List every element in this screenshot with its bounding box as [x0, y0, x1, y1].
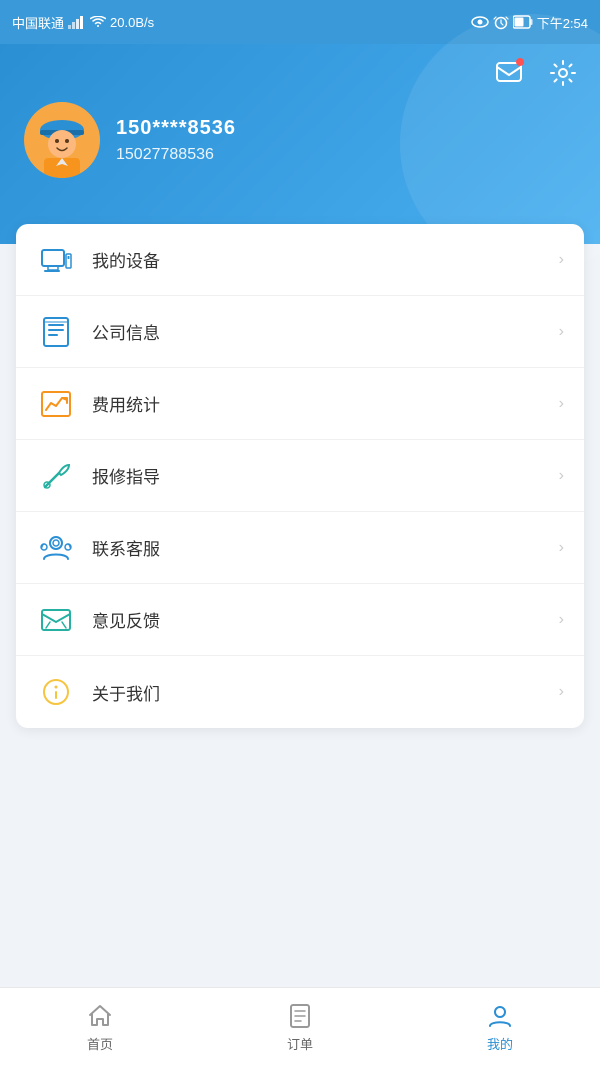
- cost-stats-arrow: ›: [559, 395, 564, 413]
- nav-item-orders[interactable]: 订单: [200, 994, 400, 1061]
- about-us-label: 关于我们: [92, 680, 559, 705]
- speed-text: 20.0B/s: [110, 15, 154, 30]
- header-actions: [0, 44, 600, 92]
- bottom-nav: 首页 订单 我的: [0, 987, 600, 1067]
- mine-icon: [486, 1002, 514, 1030]
- about-us-arrow: ›: [559, 683, 564, 701]
- avatar-icon: [24, 102, 100, 178]
- message-icon: [495, 59, 523, 87]
- message-button[interactable]: [490, 54, 528, 92]
- repair-guide-icon: [36, 456, 76, 496]
- menu-item-company-info[interactable]: 公司信息 ›: [16, 296, 584, 368]
- settings-button[interactable]: [544, 54, 582, 92]
- profile-section: 150****8536 15027788536: [0, 92, 600, 198]
- wifi-icon: [90, 16, 106, 28]
- my-device-label: 我的设备: [92, 247, 559, 272]
- cost-stats-icon: [36, 384, 76, 424]
- home-icon: [86, 1002, 114, 1030]
- repair-guide-label: 报修指导: [92, 463, 559, 488]
- menu-item-feedback[interactable]: 意见反馈 ›: [16, 584, 584, 656]
- menu-card: 我的设备 › 公司信息 › 费用统计 ›: [16, 224, 584, 728]
- status-left: 中国联通 20.0B/s: [12, 13, 154, 32]
- menu-item-my-device[interactable]: 我的设备 ›: [16, 224, 584, 296]
- nav-item-home[interactable]: 首页: [0, 994, 200, 1061]
- feedback-arrow: ›: [559, 611, 564, 629]
- signal-icon: [68, 15, 86, 29]
- profile-info: 150****8536 15027788536: [116, 117, 236, 164]
- feedback-label: 意见反馈: [92, 607, 559, 632]
- masked-phone: 150****8536: [116, 117, 236, 140]
- full-phone: 15027788536: [116, 146, 236, 164]
- avatar: [24, 102, 100, 178]
- my-device-arrow: ›: [559, 251, 564, 269]
- cost-stats-label: 费用统计: [92, 391, 559, 416]
- menu-item-repair-guide[interactable]: 报修指导 ›: [16, 440, 584, 512]
- notification-dot: [516, 58, 524, 66]
- carrier-text: 中国联通: [12, 13, 64, 32]
- mine-label: 我的: [487, 1034, 513, 1053]
- orders-icon: [286, 1002, 314, 1030]
- company-info-label: 公司信息: [92, 319, 559, 344]
- company-info-arrow: ›: [559, 323, 564, 341]
- menu-item-cost-stats[interactable]: 费用统计 ›: [16, 368, 584, 440]
- about-us-icon: [36, 672, 76, 712]
- menu-item-contact-service[interactable]: 联系客服 ›: [16, 512, 584, 584]
- settings-icon: [549, 59, 577, 87]
- contact-service-arrow: ›: [559, 539, 564, 557]
- feedback-icon: [36, 600, 76, 640]
- home-label: 首页: [87, 1034, 113, 1053]
- contact-service-icon: [36, 528, 76, 568]
- my-device-icon: [36, 240, 76, 280]
- company-info-icon: [36, 312, 76, 352]
- nav-item-mine[interactable]: 我的: [400, 994, 600, 1061]
- contact-service-label: 联系客服: [92, 535, 559, 560]
- orders-label: 订单: [287, 1034, 313, 1053]
- repair-guide-arrow: ›: [559, 467, 564, 485]
- header: 150****8536 15027788536: [0, 44, 600, 244]
- menu-item-about-us[interactable]: 关于我们 ›: [16, 656, 584, 728]
